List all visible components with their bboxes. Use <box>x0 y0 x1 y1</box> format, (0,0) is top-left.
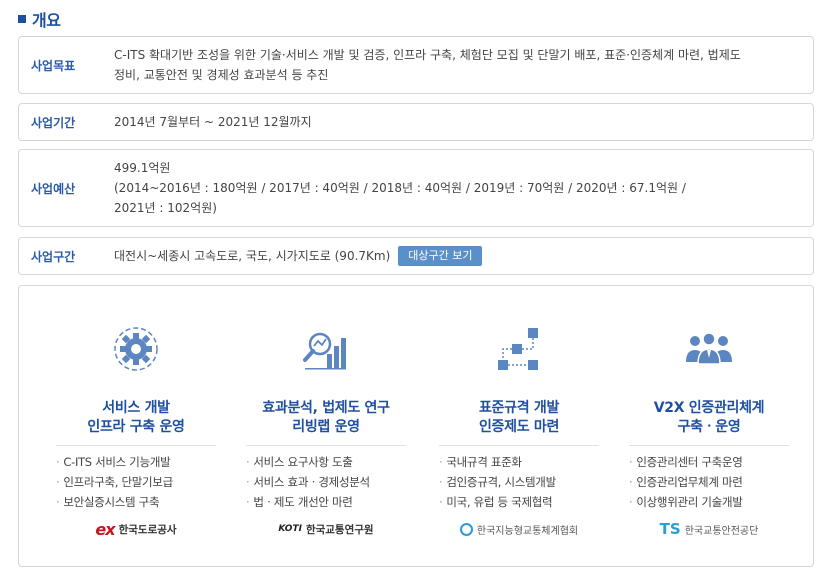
work-area-card: V2X 인증관리체계 구축ㆍ운영 인증관리센터 구축운영 인증관리업무체계 마련… <box>629 286 789 566</box>
row-label: 사업기간 <box>31 115 76 130</box>
work-area-heading: 서비스 개발 인프라 구축 운영 <box>87 400 185 435</box>
row-content: 2014년 7월부터 ~ 2021년 12월까지 <box>114 115 312 129</box>
row-period: 사업기간 2014년 7월부터 ~ 2021년 12월까지 <box>18 103 814 141</box>
list-item: 서비스 요구사항 도출 <box>246 452 406 472</box>
list-item: 이상행위관리 기술개발 <box>629 492 789 512</box>
divider <box>56 445 216 446</box>
its-mark-icon <box>459 522 473 536</box>
row-content: C-ITS 확대기반 조성을 위한 기술·서비스 개발 및 검증, 인프라 구축… <box>114 48 741 82</box>
work-area-card: 효과분석, 법제도 연구 리빙랩 운영 서비스 요구사항 도출 서비스 효과ㆍ경… <box>246 286 406 566</box>
row-label: 사업목표 <box>31 58 76 73</box>
row-content: 499.1억원 (2014~2016년 : 180억원 / 2017년 : 40… <box>114 161 686 215</box>
list-item: C-ITS 서비스 기능개발 <box>56 452 216 472</box>
divider <box>629 445 789 446</box>
work-areas-panel: 서비스 개발 인프라 구축 운영 C-ITS 서비스 기능개발 인프라구축, 단… <box>18 285 814 567</box>
row-section-range: 사업구간 대전시~세종시 고속도로, 국도, 시가지도로 (90.7Km) 대상구… <box>18 237 814 275</box>
list-item: 인프라구축, 단말기보급 <box>56 472 216 492</box>
list-item: 미국, 유럽 등 국제협력 <box>439 492 599 512</box>
row-goal: 사업목표 C-ITS 확대기반 조성을 위한 기술·서비스 개발 및 검증, 인… <box>18 36 814 94</box>
its-korea-logo: 한국지능형교통체계협회 <box>439 518 599 540</box>
row-content: 대전시~세종시 고속도로, 국도, 시가지도로 (90.7Km) 대상구간 보기 <box>114 246 813 267</box>
gear-icon <box>114 327 158 371</box>
work-area-card: 표준규격 개발 인증제도 마련 국내규격 표준화 검인증규격, 시스템개발 미국… <box>439 286 599 566</box>
work-area-heading: 효과분석, 법제도 연구 리빙랩 운영 <box>262 400 390 435</box>
work-area-list: 국내규격 표준화 검인증규격, 시스템개발 미국, 유럽 등 국제협력 <box>439 452 599 512</box>
row-budget: 사업예산 499.1억원 (2014~2016년 : 180억원 / 2017년… <box>18 149 814 227</box>
list-item: 인증관리업무체계 마련 <box>629 472 789 492</box>
work-area-card: 서비스 개발 인프라 구축 운영 C-ITS 서비스 기능개발 인프라구축, 단… <box>56 286 216 566</box>
list-item: 서비스 효과ㆍ경제성분석 <box>246 472 406 492</box>
people-group-icon <box>686 332 732 365</box>
flowchart-icon <box>498 328 538 370</box>
ts-logo: TS 한국교통안전공단 <box>659 520 759 538</box>
ex-logo: ex 한국도로공사 <box>95 519 177 539</box>
analysis-chart-icon <box>303 332 346 370</box>
list-item: 보안실증시스템 구축 <box>56 492 216 512</box>
work-area-list: 서비스 요구사항 도출 서비스 효과ㆍ경제성분석 법ㆍ제도 개선안 마련 <box>246 452 406 512</box>
list-item: 법ㆍ제도 개선안 마련 <box>246 492 406 512</box>
section-title: 개요 <box>32 11 61 30</box>
work-area-list: C-ITS 서비스 기능개발 인프라구축, 단말기보급 보안실증시스템 구축 <box>56 452 216 512</box>
divider <box>439 445 599 446</box>
work-area-heading: 표준규격 개발 인증제도 마련 <box>478 400 560 435</box>
row-label: 사업구간 <box>31 249 76 264</box>
list-item: 검인증규격, 시스템개발 <box>439 472 599 492</box>
divider <box>246 445 406 446</box>
work-area-heading: V2X 인증관리체계 구축ㆍ운영 <box>653 400 765 435</box>
koti-logo: KOTI 한국교통연구원 <box>278 523 374 536</box>
work-area-list: 인증관리센터 구축운영 인증관리업무체계 마련 이상행위관리 기술개발 <box>629 452 789 512</box>
section-header: 개요 <box>18 8 61 30</box>
view-section-button[interactable]: 대상구간 보기 <box>398 246 483 267</box>
row-label: 사업예산 <box>31 181 76 196</box>
bullet-square-icon <box>18 15 26 23</box>
list-item: 국내규격 표준화 <box>439 452 599 472</box>
list-item: 인증관리센터 구축운영 <box>629 452 789 472</box>
